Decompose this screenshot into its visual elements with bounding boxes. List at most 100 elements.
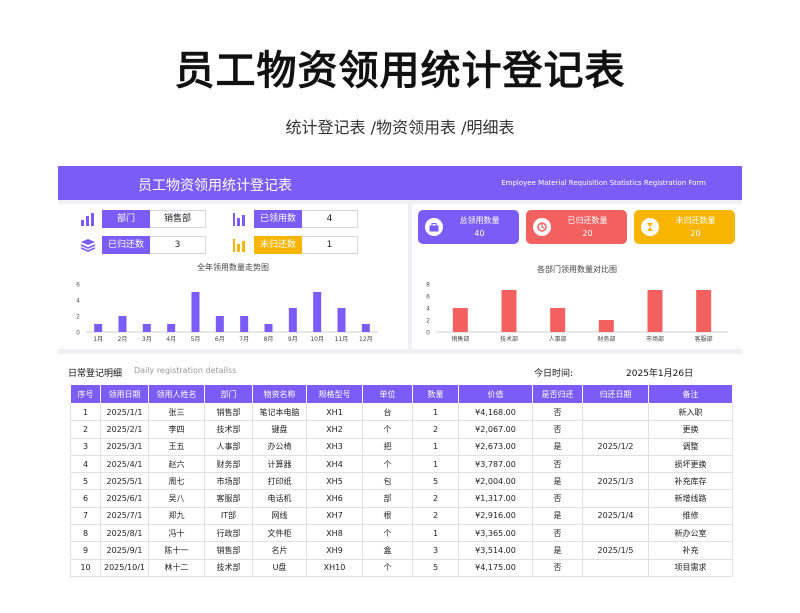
- table-cell[interactable]: 人事部: [204, 437, 253, 456]
- table-cell[interactable]: 2025/1/5: [582, 541, 649, 560]
- table-cell[interactable]: 技术部: [204, 420, 253, 439]
- table-cell[interactable]: ¥4,175.00: [458, 558, 533, 577]
- table-cell[interactable]: 补充: [648, 541, 733, 560]
- not-returned-value[interactable]: 1: [302, 236, 358, 254]
- table-cell[interactable]: 个: [362, 558, 413, 577]
- table-cell[interactable]: 调整: [648, 437, 733, 456]
- table-cell[interactable]: 6: [70, 489, 101, 508]
- table-cell[interactable]: 把: [362, 437, 413, 456]
- table-cell[interactable]: 3: [412, 541, 459, 560]
- table-cell[interactable]: 是: [532, 472, 583, 491]
- table-row[interactable]: 3 2025/3/1 王五 人事部 办公椅 XH3 把 1 ¥2,673.00 是 2025/1/2…: [70, 437, 733, 456]
- table-cell[interactable]: 2025/1/1: [100, 402, 149, 422]
- table-cell[interactable]: 2025/6/1: [100, 489, 149, 508]
- table-cell[interactable]: 1: [412, 524, 459, 543]
- column-header[interactable]: 归还日期: [582, 384, 649, 404]
- table-cell[interactable]: IT部: [204, 506, 253, 526]
- table-cell[interactable]: 客服部: [204, 489, 253, 508]
- table-cell[interactable]: XH6: [306, 489, 363, 508]
- table-row[interactable]: 6 2025/6/1 吴八 客服部 电话机 XH6 部 2 ¥1,317.00 否 新增线路: [70, 489, 733, 508]
- table-cell[interactable]: 补充库存: [648, 472, 733, 491]
- table-cell[interactable]: 财务部: [204, 454, 253, 474]
- column-header[interactable]: 序号: [70, 384, 101, 404]
- table-cell[interactable]: XH7: [306, 506, 363, 526]
- table-cell[interactable]: [582, 489, 649, 508]
- table-row[interactable]: 10 2025/10/1 林十二 技术部 U盘 XH10 个 5 ¥4,175.00 否 项目需求: [70, 558, 733, 577]
- table-cell[interactable]: 打印纸: [252, 472, 307, 491]
- table-cell[interactable]: XH8: [306, 524, 363, 543]
- table-cell[interactable]: 是: [532, 437, 583, 456]
- today-value[interactable]: 2025年1月26日: [626, 366, 693, 379]
- column-header[interactable]: 规格型号: [306, 384, 363, 404]
- used-value[interactable]: 4: [302, 210, 358, 228]
- table-cell[interactable]: 8: [70, 524, 101, 543]
- column-header[interactable]: 单位: [362, 384, 413, 404]
- table-cell[interactable]: 新增线路: [648, 489, 733, 508]
- table-cell[interactable]: 2025/5/1: [100, 472, 149, 491]
- table-cell[interactable]: 否: [532, 524, 583, 543]
- table-cell[interactable]: 市场部: [204, 472, 253, 491]
- table-cell[interactable]: 新入职: [648, 402, 733, 422]
- table-cell[interactable]: ¥2,916.00: [458, 506, 533, 526]
- table-cell[interactable]: 否: [532, 489, 583, 508]
- table-cell[interactable]: 10: [70, 558, 101, 577]
- table-cell[interactable]: 2025/7/1: [100, 506, 149, 526]
- table-cell[interactable]: ¥2,004.00: [458, 472, 533, 491]
- table-cell[interactable]: 郑九: [148, 506, 205, 526]
- table-cell[interactable]: 1: [70, 402, 101, 422]
- table-cell[interactable]: 2025/1/3: [582, 472, 649, 491]
- table-cell[interactable]: U盘: [252, 558, 307, 577]
- table-cell[interactable]: 网线: [252, 506, 307, 526]
- table-cell[interactable]: 2: [412, 506, 459, 526]
- column-header[interactable]: 物资名称: [252, 384, 307, 404]
- table-cell[interactable]: 项目需求: [648, 558, 733, 577]
- table-cell[interactable]: XH2: [306, 420, 363, 439]
- table-cell[interactable]: ¥3,514.00: [458, 541, 533, 560]
- table-cell[interactable]: 是: [532, 506, 583, 526]
- table-cell[interactable]: 名片: [252, 541, 307, 560]
- table-cell[interactable]: 4: [70, 454, 101, 474]
- table-cell[interactable]: 个: [362, 524, 413, 543]
- table-cell[interactable]: 维修: [648, 506, 733, 526]
- table-cell[interactable]: 否: [532, 420, 583, 439]
- table-cell[interactable]: 个: [362, 420, 413, 439]
- table-cell[interactable]: 盒: [362, 541, 413, 560]
- table-row[interactable]: 1 2025/1/1 张三 销售部 笔记本电脑 XH1 台 1 ¥4,168.00 否新入职: [70, 402, 733, 422]
- table-cell[interactable]: 销售部: [204, 541, 253, 560]
- column-header[interactable]: 部门: [204, 384, 253, 404]
- department-value[interactable]: 销售部: [150, 210, 206, 228]
- table-cell[interactable]: 笔记本电脑: [252, 402, 307, 422]
- table-cell[interactable]: 李四: [148, 420, 205, 439]
- column-header[interactable]: 数量: [412, 384, 459, 404]
- table-cell[interactable]: 1: [412, 402, 459, 422]
- table-cell[interactable]: 林十二: [148, 558, 205, 577]
- table-cell[interactable]: 根: [362, 506, 413, 526]
- table-cell[interactable]: XH3: [306, 437, 363, 456]
- table-cell[interactable]: [582, 558, 649, 577]
- table-cell[interactable]: [582, 454, 649, 474]
- table-cell[interactable]: ¥3,787.00: [458, 454, 533, 474]
- table-cell[interactable]: 键盘: [252, 420, 307, 439]
- table-cell[interactable]: 王五: [148, 437, 205, 456]
- table-cell[interactable]: ¥1,317.00: [458, 489, 533, 508]
- table-cell[interactable]: 2025/3/1: [100, 437, 149, 456]
- column-header[interactable]: 是否归还: [532, 384, 583, 404]
- table-cell[interactable]: 1: [412, 437, 459, 456]
- column-header[interactable]: 领用日期: [100, 384, 149, 404]
- table-cell[interactable]: 2025/2/1: [100, 420, 149, 439]
- table-cell[interactable]: ¥4,168.00: [458, 402, 533, 422]
- table-cell[interactable]: 否: [532, 402, 583, 422]
- table-cell[interactable]: 2025/4/1: [100, 454, 149, 474]
- table-cell[interactable]: XH9: [306, 541, 363, 560]
- table-row[interactable]: 2 2025/2/1 李四 技术部 键盘 XH2 个 2 ¥2,067.00 否更换: [70, 420, 733, 439]
- table-cell[interactable]: 个: [362, 454, 413, 474]
- column-header[interactable]: 备注: [648, 384, 733, 404]
- table-cell[interactable]: ¥3,365.00: [458, 524, 533, 543]
- column-header[interactable]: 价值: [458, 384, 533, 404]
- table-cell[interactable]: 9: [70, 541, 101, 560]
- table-cell[interactable]: 2: [412, 489, 459, 508]
- table-cell[interactable]: XH10: [306, 558, 363, 577]
- table-cell[interactable]: 5: [412, 558, 459, 577]
- table-cell[interactable]: 张三: [148, 402, 205, 422]
- table-cell[interactable]: [582, 420, 649, 439]
